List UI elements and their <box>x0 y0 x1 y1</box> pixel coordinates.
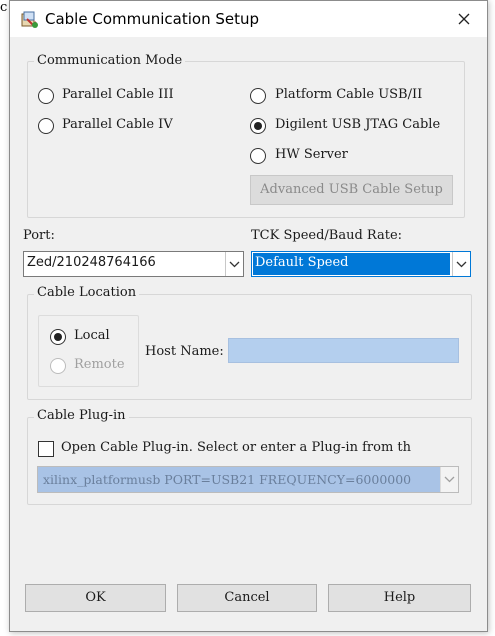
radio-label: Parallel Cable IV <box>62 117 173 132</box>
open-cable-plugin-checkbox-row[interactable]: Open Cable Plug-in. Select or enter a Pl… <box>38 440 468 458</box>
cable-plugin-label: Cable Plug-in <box>34 408 129 423</box>
port-label: Port: <box>23 228 55 243</box>
ok-button[interactable]: OK <box>25 584 166 612</box>
radio-local[interactable]: Local <box>50 328 130 346</box>
host-name-input[interactable] <box>228 338 459 363</box>
radio-label: Platform Cable USB/II <box>275 87 423 102</box>
radio-button[interactable] <box>250 148 266 164</box>
plugin-value: xilinx_platformusb PORT=USB21 FREQUENCY=… <box>43 472 412 487</box>
radio-label: Remote <box>74 357 125 372</box>
tck-speed-dropdown[interactable]: Default Speed <box>251 251 471 277</box>
chevron-down-icon <box>444 476 455 483</box>
radio-label: Parallel Cable III <box>62 87 174 102</box>
radio-button-selected[interactable] <box>50 329 66 345</box>
radio-platform-cable-usb[interactable]: Platform Cable USB/II <box>250 87 460 105</box>
radio-hw-server[interactable]: HW Server <box>250 147 460 165</box>
radio-label: Local <box>74 328 110 343</box>
plugin-dropdown[interactable]: xilinx_platformusb PORT=USB21 FREQUENCY=… <box>37 466 459 493</box>
help-button[interactable]: Help <box>328 584 471 612</box>
radio-parallel-cable-iii[interactable]: Parallel Cable III <box>38 87 208 105</box>
advanced-usb-cable-setup-button[interactable]: Advanced USB Cable Setup <box>250 175 453 205</box>
cancel-button[interactable]: Cancel <box>177 584 317 612</box>
tck-speed-label: TCK Speed/Baud Rate: <box>251 228 403 243</box>
background-window-text: c <box>0 0 8 15</box>
port-value: Zed/210248764166 <box>27 255 156 270</box>
app-icon <box>21 11 38 28</box>
plugin-dropdown-arrow[interactable] <box>440 467 458 492</box>
window-title: Cable Communication Setup <box>45 10 260 28</box>
radio-digilent-usb-jtag-cable[interactable]: Digilent USB JTAG Cable <box>250 117 460 135</box>
chevron-down-icon <box>456 261 467 268</box>
checkbox-label: Open Cable Plug-in. Select or enter a Pl… <box>61 440 412 455</box>
radio-button-disabled[interactable] <box>50 358 66 374</box>
radio-button[interactable] <box>38 118 54 134</box>
cable-communication-setup-dialog: Cable Communication Setup Communication … <box>9 0 488 632</box>
close-icon[interactable] <box>455 10 473 28</box>
radio-label: Digilent USB JTAG Cable <box>275 117 441 132</box>
radio-button[interactable] <box>250 88 266 104</box>
location-choice-box <box>38 315 139 387</box>
host-name-label: Host Name: <box>145 344 224 359</box>
title-bar[interactable]: Cable Communication Setup <box>10 1 487 37</box>
radio-button[interactable] <box>38 88 54 104</box>
radio-parallel-cable-iv[interactable]: Parallel Cable IV <box>38 117 208 135</box>
communication-mode-label: Communication Mode <box>34 53 186 68</box>
open-cable-plugin-checkbox[interactable] <box>38 441 54 457</box>
radio-remote[interactable]: Remote <box>50 357 130 375</box>
radio-label: HW Server <box>275 147 348 162</box>
port-dropdown-arrow[interactable] <box>225 252 243 276</box>
tck-speed-value: Default Speed <box>255 255 349 270</box>
chevron-down-icon <box>229 261 240 268</box>
port-dropdown[interactable]: Zed/210248764166 <box>23 251 244 277</box>
cable-location-label: Cable Location <box>34 285 140 300</box>
tck-speed-dropdown-arrow[interactable] <box>452 252 470 276</box>
radio-button-selected[interactable] <box>250 118 266 134</box>
